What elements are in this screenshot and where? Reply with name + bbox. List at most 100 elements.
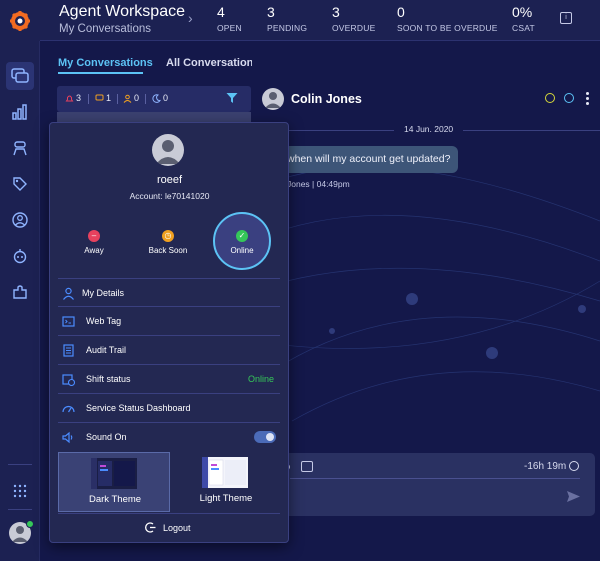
nav-contacts[interactable] xyxy=(6,206,34,234)
canned-responses-icon[interactable] xyxy=(301,461,313,472)
minus-icon: – xyxy=(88,230,100,242)
tab-my-conversations[interactable]: My Conversations xyxy=(58,57,153,69)
theme-dark-option[interactable]: Dark Theme xyxy=(58,452,170,512)
message-text: when will my account get updated? xyxy=(287,153,451,165)
speaker-icon xyxy=(62,431,73,444)
menu-audit-trail[interactable]: Audit Trail xyxy=(58,336,280,365)
stat-label: SOON TO BE OVERDUE xyxy=(397,23,498,33)
date-label: 14 Jun. 2020 xyxy=(394,124,464,134)
audit-trail-icon xyxy=(63,344,74,357)
theme-label: Light Theme xyxy=(199,493,253,504)
more-options-icon[interactable] xyxy=(586,92,589,107)
online-status-dot xyxy=(26,520,34,528)
user-icon xyxy=(123,94,132,103)
stat-value: 0 xyxy=(397,4,405,20)
web-tag-icon xyxy=(62,316,75,327)
top-header: Agent Workspace My Conversations › 4 OPE… xyxy=(0,0,600,41)
status-online-button[interactable]: ✓ Online xyxy=(224,230,260,255)
menu-label: Audit Trail xyxy=(86,345,127,355)
counter-divider xyxy=(88,94,89,104)
chevron-right-icon[interactable]: › xyxy=(188,10,193,26)
theme-light-option[interactable]: Light Theme xyxy=(170,452,282,512)
nav-bots[interactable] xyxy=(6,242,34,270)
counter-idle[interactable]: 0 xyxy=(152,93,168,103)
menu-label: Shift status xyxy=(86,374,131,384)
menu-my-details[interactable]: My Details xyxy=(58,278,280,307)
status-away-button[interactable]: – Away xyxy=(76,230,112,255)
nav-reports[interactable] xyxy=(6,98,34,126)
menu-sound-on[interactable]: Sound On xyxy=(58,423,280,452)
counter-messages[interactable]: 1 xyxy=(95,93,111,103)
logout-label: Logout xyxy=(163,523,191,533)
active-tab-indicator xyxy=(58,72,143,74)
counter-users[interactable]: 0 xyxy=(123,93,139,103)
composer-divider xyxy=(290,478,580,479)
user-icon xyxy=(63,287,74,300)
menu-label: My Details xyxy=(82,288,125,298)
menu-service-status-dashboard[interactable]: Service Status Dashboard xyxy=(58,394,280,423)
shift-status-value: Online xyxy=(247,374,274,384)
stat-label: OVERDUE xyxy=(332,23,376,33)
logout-button[interactable]: Logout xyxy=(58,513,280,542)
nav-apps[interactable] xyxy=(6,477,34,505)
light-theme-preview xyxy=(202,457,248,488)
counter-alerts[interactable]: 3 xyxy=(65,93,81,103)
stat-overdue[interactable]: 3 OVERDUE xyxy=(332,4,375,33)
tab-all-conversations[interactable]: All Conversations xyxy=(166,57,260,69)
stat-value: 4 xyxy=(217,4,225,20)
dark-theme-preview xyxy=(91,458,137,489)
counter-divider xyxy=(117,94,118,104)
chat-icon xyxy=(11,68,29,83)
status-label: Away xyxy=(84,246,104,255)
stat-value: 0% xyxy=(512,4,533,20)
nav-agents[interactable] xyxy=(6,134,34,162)
bot-icon xyxy=(13,249,27,264)
clock-icon: ◷ xyxy=(162,230,174,242)
counter-value: 0 xyxy=(134,93,140,103)
snooze-icon[interactable] xyxy=(545,93,555,103)
rail-divider xyxy=(8,509,32,510)
stat-value: 3 xyxy=(332,4,340,20)
profile-avatar xyxy=(152,134,184,166)
app-logo[interactable] xyxy=(0,0,40,41)
menu-web-tag[interactable]: Web Tag xyxy=(58,307,280,336)
stat-label: PENDING xyxy=(267,23,308,33)
menu-label: Service Status Dashboard xyxy=(86,403,191,413)
counter-value: 1 xyxy=(106,93,112,103)
left-nav-rail xyxy=(0,41,40,561)
gear-logo-icon xyxy=(10,10,30,31)
stat-soon-overdue[interactable]: 0 SOON TO BE OVERDUE xyxy=(397,4,498,33)
menu-label: Sound On xyxy=(86,432,127,442)
conversation-counters: 3 1 0 0 xyxy=(57,86,251,112)
status-label: Online xyxy=(230,246,254,255)
counter-divider xyxy=(145,94,146,104)
menu-label: Web Tag xyxy=(86,316,122,326)
stat-pending[interactable]: 3 PENDING xyxy=(267,4,307,33)
stat-open[interactable]: 4 OPEN xyxy=(217,4,242,33)
filter-icon[interactable] xyxy=(226,92,238,104)
logout-icon xyxy=(145,522,156,533)
status-back-soon-button[interactable]: ◷ Back Soon xyxy=(143,230,193,255)
nav-conversations[interactable] xyxy=(6,62,34,90)
menu-shift-status[interactable]: Shift status Online xyxy=(58,365,280,394)
stat-value: 3 xyxy=(267,4,275,20)
info-panel-icon[interactable]: i xyxy=(560,12,572,24)
nav-integrations[interactable] xyxy=(6,278,34,306)
send-icon[interactable] xyxy=(566,490,581,503)
workspace-title-block[interactable]: Agent Workspace My Conversations xyxy=(59,3,185,37)
message-icon xyxy=(95,94,104,100)
avatar-icon xyxy=(265,92,281,108)
conversation-list-item[interactable] xyxy=(57,112,251,122)
agent-icon xyxy=(13,141,27,156)
rail-divider xyxy=(8,464,32,465)
stat-label: OPEN xyxy=(217,23,242,33)
stat-csat[interactable]: 0% CSAT xyxy=(512,4,535,33)
check-icon: ✓ xyxy=(236,230,248,242)
counter-value: 3 xyxy=(76,93,82,103)
status-label: Back Soon xyxy=(148,246,188,255)
sound-toggle[interactable] xyxy=(254,431,276,443)
app-subtitle: My Conversations xyxy=(59,23,152,35)
resolve-check-icon[interactable] xyxy=(564,93,574,103)
sla-timer: -16h 19m xyxy=(524,461,567,472)
stat-label: CSAT xyxy=(512,23,535,33)
